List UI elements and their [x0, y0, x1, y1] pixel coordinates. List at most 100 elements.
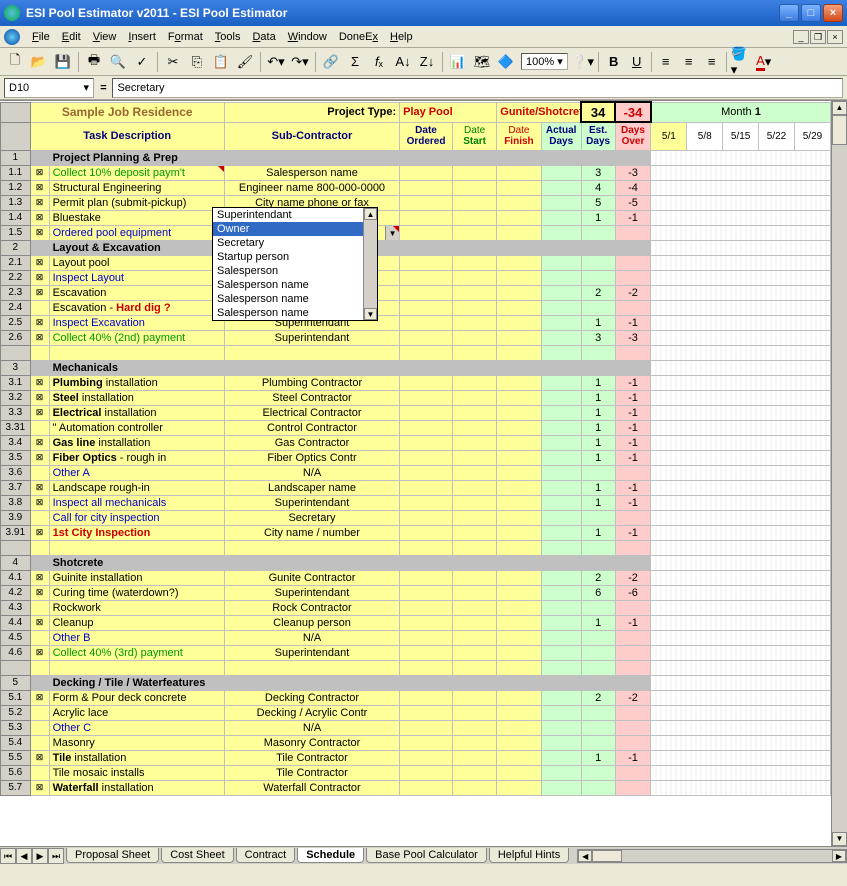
days-over-cell[interactable]: -2	[615, 570, 651, 585]
task-cell[interactable]: Rockwork	[49, 600, 224, 615]
task-cell[interactable]: Waterfall installation	[49, 780, 224, 795]
subcontractor-cell[interactable]: N/A	[224, 630, 399, 645]
undo-button[interactable]: ↶▾	[265, 51, 287, 73]
est-days-cell[interactable]	[581, 705, 615, 720]
task-cell[interactable]: Call for city inspection	[49, 510, 224, 525]
subcontractor-cell[interactable]: Decking / Acrylic Contr	[224, 705, 399, 720]
row-check[interactable]: ⊠	[30, 570, 49, 585]
gantt-cell[interactable]	[651, 765, 831, 780]
row-check[interactable]	[30, 420, 49, 435]
est-days-cell[interactable]: 1	[581, 405, 615, 420]
new-button[interactable]: 🗋	[4, 51, 26, 73]
chart-button[interactable]: 📊	[447, 51, 469, 73]
task-cell[interactable]: Structural Engineering	[49, 180, 224, 195]
menu-insert[interactable]: Insert	[122, 29, 162, 45]
sort-desc-button[interactable]: Z↓	[416, 51, 438, 73]
est-days-cell[interactable]: 4	[581, 180, 615, 195]
task-cell[interactable]: Tile mosaic installs	[49, 765, 224, 780]
row-check[interactable]: ⊠	[30, 180, 49, 195]
row-check[interactable]: ⊠	[30, 645, 49, 660]
days-over-cell[interactable]	[615, 270, 651, 285]
gantt-cell[interactable]	[651, 705, 831, 720]
est-days-cell[interactable]: 5	[581, 195, 615, 210]
gantt-cell[interactable]	[651, 495, 831, 510]
est-days-cell[interactable]	[581, 270, 615, 285]
subcontractor-cell[interactable]: Tile Contractor	[224, 765, 399, 780]
est-days-cell[interactable]: 1	[581, 315, 615, 330]
gantt-cell[interactable]	[651, 570, 831, 585]
task-cell[interactable]: Inspect Excavation	[49, 315, 224, 330]
vertical-scrollbar[interactable]: ▲ ▼	[831, 101, 847, 846]
subcontractor-cell[interactable]: Masonry Contractor	[224, 735, 399, 750]
align-center-button[interactable]: ≡	[678, 51, 700, 73]
gantt-cell[interactable]	[651, 405, 831, 420]
tab-nav-first[interactable]: ⏮	[0, 848, 16, 864]
days-over-cell[interactable]	[615, 225, 651, 240]
row-check[interactable]: ⊠	[30, 435, 49, 450]
est-days-cell[interactable]: 1	[581, 210, 615, 225]
gantt-cell[interactable]	[651, 750, 831, 765]
format-painter-button[interactable]: 🖌	[234, 51, 256, 73]
row-check[interactable]: ⊠	[30, 585, 49, 600]
gantt-cell[interactable]	[651, 195, 831, 210]
days-over-cell[interactable]	[615, 300, 651, 315]
sheet-tab[interactable]: Proposal Sheet	[66, 848, 159, 863]
est-days-cell[interactable]: 2	[581, 285, 615, 300]
row-check[interactable]	[30, 705, 49, 720]
menu-window[interactable]: Window	[282, 29, 333, 45]
row-check[interactable]: ⊠	[30, 210, 49, 225]
redo-button[interactable]: ↷▾	[289, 51, 311, 73]
task-cell[interactable]: Escavation	[49, 285, 224, 300]
est-days-cell[interactable]: 1	[581, 480, 615, 495]
days-over-cell[interactable]: -5	[615, 195, 651, 210]
mdi-minimize[interactable]: _	[793, 30, 809, 44]
row-check[interactable]	[30, 735, 49, 750]
sheet-tab[interactable]: Cost Sheet	[161, 848, 233, 863]
row-check[interactable]: ⊠	[30, 375, 49, 390]
task-cell[interactable]: Permit plan (submit-pickup)	[49, 195, 224, 210]
close-button[interactable]: ×	[823, 4, 843, 22]
est-days-cell[interactable]: 1	[581, 615, 615, 630]
est-days-cell[interactable]: 1	[581, 750, 615, 765]
gantt-cell[interactable]	[651, 465, 831, 480]
row-check[interactable]: ⊠	[30, 285, 49, 300]
dropdown-scroll-up[interactable]: ▲	[364, 208, 377, 220]
sheet-tab[interactable]: Contract	[236, 848, 296, 863]
days-over-cell[interactable]: -1	[615, 615, 651, 630]
est-days-cell[interactable]: 1	[581, 420, 615, 435]
est-days-cell[interactable]	[581, 765, 615, 780]
worksheet-grid[interactable]: Sample Job ResidenceProject Type:Play Po…	[0, 100, 847, 864]
row-check[interactable]: ⊠	[30, 495, 49, 510]
row-check[interactable]	[30, 630, 49, 645]
sheet-tab[interactable]: Helpful Hints	[489, 848, 569, 863]
est-days-cell[interactable]: 1	[581, 390, 615, 405]
row-check[interactable]: ⊠	[30, 330, 49, 345]
days-over-cell[interactable]: -1	[615, 435, 651, 450]
days-over-cell[interactable]	[615, 255, 651, 270]
days-over-cell[interactable]: -1	[615, 480, 651, 495]
gantt-cell[interactable]	[651, 255, 831, 270]
align-left-button[interactable]: ≡	[655, 51, 677, 73]
font-color-button[interactable]: A▾	[753, 51, 775, 73]
dropdown-item[interactable]: Startup person	[213, 250, 377, 264]
gantt-cell[interactable]	[651, 615, 831, 630]
tab-nav-last[interactable]: ⏭	[48, 848, 64, 864]
autosum-button[interactable]: Σ	[344, 51, 366, 73]
task-cell[interactable]: Inspect Layout	[49, 270, 224, 285]
row-check[interactable]: ⊠	[30, 405, 49, 420]
gantt-cell[interactable]	[651, 390, 831, 405]
est-days-cell[interactable]	[581, 465, 615, 480]
gantt-cell[interactable]	[651, 480, 831, 495]
est-days-cell[interactable]: 1	[581, 375, 615, 390]
days-over-cell[interactable]: -1	[615, 315, 651, 330]
gantt-cell[interactable]	[651, 315, 831, 330]
gantt-cell[interactable]	[651, 270, 831, 285]
est-days-cell[interactable]: 1	[581, 450, 615, 465]
formula-input[interactable]: Secretary	[112, 78, 843, 98]
gantt-cell[interactable]	[651, 300, 831, 315]
days-over-cell[interactable]	[615, 720, 651, 735]
task-cell[interactable]: Cleanup	[49, 615, 224, 630]
project-name[interactable]: Sample Job Residence	[30, 102, 224, 122]
row-check[interactable]: ⊠	[30, 525, 49, 540]
task-cell[interactable]: Collect 40% (3rd) payment	[49, 645, 224, 660]
